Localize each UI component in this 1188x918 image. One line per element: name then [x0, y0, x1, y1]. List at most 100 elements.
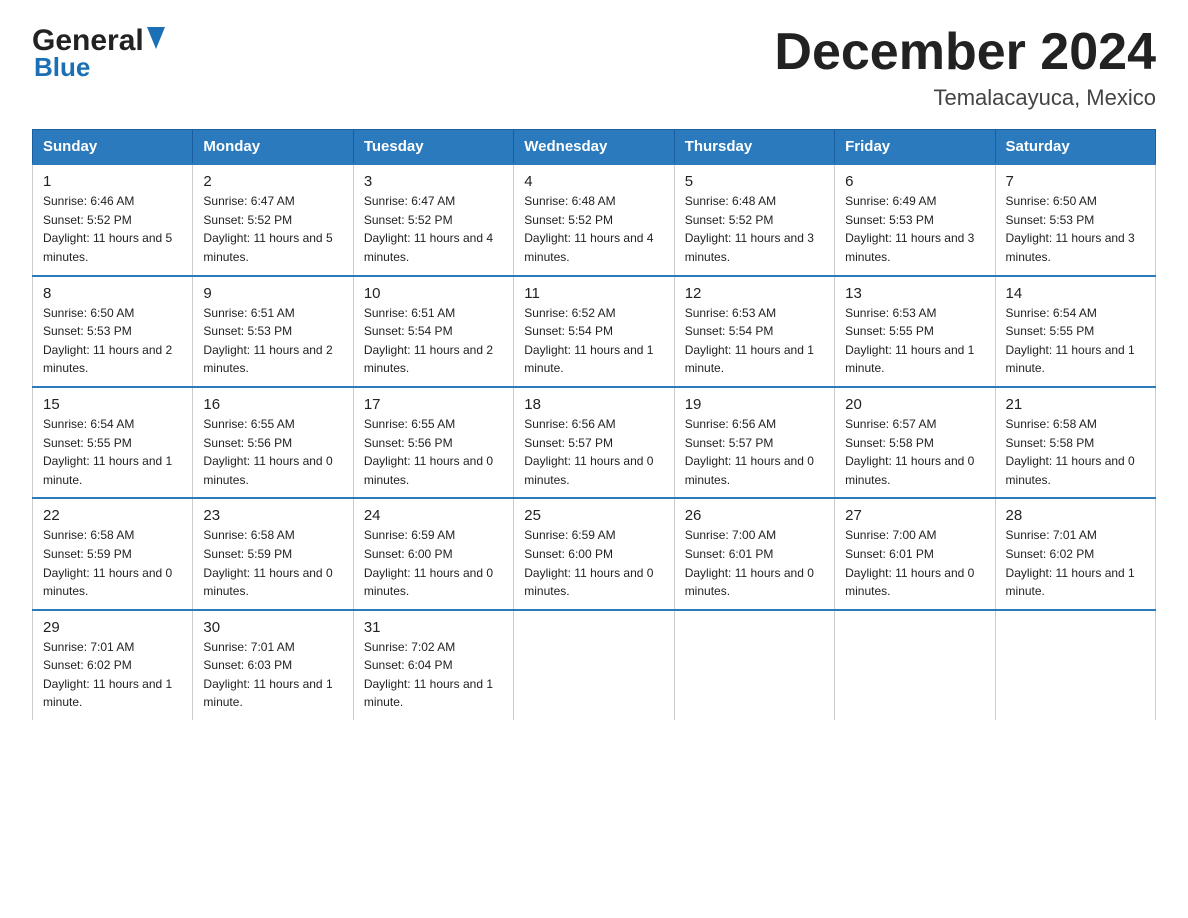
day-info: Sunrise: 6:47 AMSunset: 5:52 PMDaylight:…: [364, 192, 503, 266]
day-number: 27: [845, 507, 984, 524]
day-number: 21: [1006, 396, 1145, 413]
calendar-cell-w3-d6: 20Sunrise: 6:57 AMSunset: 5:58 PMDayligh…: [835, 387, 995, 498]
day-info: Sunrise: 6:55 AMSunset: 5:56 PMDaylight:…: [203, 415, 342, 489]
calendar-header-row: Sunday Monday Tuesday Wednesday Thursday…: [33, 130, 1156, 165]
col-sunday: Sunday: [33, 130, 193, 165]
day-info: Sunrise: 6:49 AMSunset: 5:53 PMDaylight:…: [845, 192, 984, 266]
day-info: Sunrise: 6:56 AMSunset: 5:57 PMDaylight:…: [685, 415, 824, 489]
day-info: Sunrise: 7:01 AMSunset: 6:02 PMDaylight:…: [43, 638, 182, 712]
day-info: Sunrise: 6:58 AMSunset: 5:59 PMDaylight:…: [203, 526, 342, 600]
main-title: December 2024: [774, 24, 1156, 81]
day-number: 25: [524, 507, 663, 524]
day-info: Sunrise: 6:58 AMSunset: 5:59 PMDaylight:…: [43, 526, 182, 600]
day-info: Sunrise: 6:58 AMSunset: 5:58 PMDaylight:…: [1006, 415, 1145, 489]
day-number: 28: [1006, 507, 1145, 524]
col-thursday: Thursday: [674, 130, 834, 165]
calendar-cell-w4-d6: 27 Sunrise: 7:00 AMSunset: 6:01 PMDayligh…: [835, 498, 995, 609]
day-info: Sunrise: 7:01 AMSunset: 6:02 PMDaylight:…: [1006, 526, 1145, 600]
day-info: Sunrise: 6:48 AMSunset: 5:52 PMDaylight:…: [524, 192, 663, 266]
day-number: 3: [364, 173, 503, 190]
day-number: 20: [845, 396, 984, 413]
day-number: 26: [685, 507, 824, 524]
calendar-cell-w2-d4: 11Sunrise: 6:52 AMSunset: 5:54 PMDayligh…: [514, 276, 674, 387]
col-monday: Monday: [193, 130, 353, 165]
day-number: 4: [524, 173, 663, 190]
calendar-cell-w5-d1: 29 Sunrise: 7:01 AMSunset: 6:02 PMDayligh…: [33, 610, 193, 720]
week-row-2: 8Sunrise: 6:50 AMSunset: 5:53 PMDaylight…: [33, 276, 1156, 387]
day-number: 24: [364, 507, 503, 524]
calendar-cell-w4-d5: 26 Sunrise: 7:00 AMSunset: 6:01 PMDayligh…: [674, 498, 834, 609]
logo-area: General Blue: [32, 24, 165, 83]
day-number: 29: [43, 619, 182, 636]
calendar-cell-w5-d5: [674, 610, 834, 720]
calendar-cell-w5-d6: [835, 610, 995, 720]
day-info: Sunrise: 6:54 AMSunset: 5:55 PMDaylight:…: [43, 415, 182, 489]
day-number: 9: [203, 285, 342, 302]
day-info: Sunrise: 6:51 AMSunset: 5:54 PMDaylight:…: [364, 304, 503, 378]
calendar-cell-w3-d3: 17 Sunrise: 6:55 AMSunset: 5:56 PMDayligh…: [353, 387, 513, 498]
calendar-cell-w5-d2: 30Sunrise: 7:01 AMSunset: 6:03 PMDayligh…: [193, 610, 353, 720]
calendar-cell-w1-d7: 7 Sunrise: 6:50 AMSunset: 5:53 PMDaylight…: [995, 164, 1155, 275]
day-number: 5: [685, 173, 824, 190]
calendar-cell-w4-d2: 23 Sunrise: 6:58 AMSunset: 5:59 PMDayligh…: [193, 498, 353, 609]
calendar-cell-w1-d6: 6 Sunrise: 6:49 AMSunset: 5:53 PMDaylight…: [835, 164, 995, 275]
day-info: Sunrise: 6:46 AMSunset: 5:52 PMDaylight:…: [43, 192, 182, 266]
calendar-cell-w1-d2: 2 Sunrise: 6:47 AMSunset: 5:52 PMDaylight…: [193, 164, 353, 275]
calendar-cell-w2-d7: 14Sunrise: 6:54 AMSunset: 5:55 PMDayligh…: [995, 276, 1155, 387]
subtitle: Temalacayuca, Mexico: [774, 85, 1156, 111]
col-friday: Friday: [835, 130, 995, 165]
calendar-cell-w3-d7: 21 Sunrise: 6:58 AMSunset: 5:58 PMDayligh…: [995, 387, 1155, 498]
day-number: 10: [364, 285, 503, 302]
col-wednesday: Wednesday: [514, 130, 674, 165]
calendar-cell-w1-d3: 3 Sunrise: 6:47 AMSunset: 5:52 PMDaylight…: [353, 164, 513, 275]
day-info: Sunrise: 6:54 AMSunset: 5:55 PMDaylight:…: [1006, 304, 1145, 378]
calendar-cell-w2-d3: 10 Sunrise: 6:51 AMSunset: 5:54 PMDayligh…: [353, 276, 513, 387]
day-number: 18: [524, 396, 663, 413]
calendar-cell-w3-d1: 15 Sunrise: 6:54 AMSunset: 5:55 PMDayligh…: [33, 387, 193, 498]
calendar-cell-w1-d5: 5Sunrise: 6:48 AMSunset: 5:52 PMDaylight…: [674, 164, 834, 275]
day-info: Sunrise: 6:59 AMSunset: 6:00 PMDaylight:…: [364, 526, 503, 600]
day-number: 7: [1006, 173, 1145, 190]
day-number: 15: [43, 396, 182, 413]
calendar-cell-w4-d7: 28 Sunrise: 7:01 AMSunset: 6:02 PMDayligh…: [995, 498, 1155, 609]
day-info: Sunrise: 6:56 AMSunset: 5:57 PMDaylight:…: [524, 415, 663, 489]
week-row-3: 15 Sunrise: 6:54 AMSunset: 5:55 PMDayligh…: [33, 387, 1156, 498]
day-info: Sunrise: 6:59 AMSunset: 6:00 PMDaylight:…: [524, 526, 663, 600]
week-row-1: 1 Sunrise: 6:46 AMSunset: 5:52 PMDaylight…: [33, 164, 1156, 275]
calendar-cell-w3-d4: 18 Sunrise: 6:56 AMSunset: 5:57 PMDayligh…: [514, 387, 674, 498]
calendar-cell-w2-d5: 12Sunrise: 6:53 AMSunset: 5:54 PMDayligh…: [674, 276, 834, 387]
day-number: 23: [203, 507, 342, 524]
day-info: Sunrise: 7:00 AMSunset: 6:01 PMDaylight:…: [685, 526, 824, 600]
day-number: 31: [364, 619, 503, 636]
week-row-5: 29 Sunrise: 7:01 AMSunset: 6:02 PMDayligh…: [33, 610, 1156, 720]
logo-triangle-icon: [147, 27, 165, 54]
calendar-cell-w2-d1: 8Sunrise: 6:50 AMSunset: 5:53 PMDaylight…: [33, 276, 193, 387]
day-info: Sunrise: 6:52 AMSunset: 5:54 PMDaylight:…: [524, 304, 663, 378]
day-info: Sunrise: 6:47 AMSunset: 5:52 PMDaylight:…: [203, 192, 342, 266]
day-info: Sunrise: 7:02 AMSunset: 6:04 PMDaylight:…: [364, 638, 503, 712]
day-number: 12: [685, 285, 824, 302]
day-number: 17: [364, 396, 503, 413]
calendar-table: Sunday Monday Tuesday Wednesday Thursday…: [32, 129, 1156, 720]
day-number: 2: [203, 173, 342, 190]
day-info: Sunrise: 6:50 AMSunset: 5:53 PMDaylight:…: [43, 304, 182, 378]
calendar-cell-w1-d4: 4 Sunrise: 6:48 AMSunset: 5:52 PMDaylight…: [514, 164, 674, 275]
calendar-cell-w2-d6: 13 Sunrise: 6:53 AMSunset: 5:55 PMDayligh…: [835, 276, 995, 387]
day-info: Sunrise: 7:00 AMSunset: 6:01 PMDaylight:…: [845, 526, 984, 600]
calendar-cell-w4-d4: 25 Sunrise: 6:59 AMSunset: 6:00 PMDayligh…: [514, 498, 674, 609]
day-number: 6: [845, 173, 984, 190]
logo-blue-text: Blue: [34, 52, 90, 83]
day-info: Sunrise: 6:53 AMSunset: 5:55 PMDaylight:…: [845, 304, 984, 378]
calendar-cell-w3-d2: 16 Sunrise: 6:55 AMSunset: 5:56 PMDayligh…: [193, 387, 353, 498]
week-row-4: 22Sunrise: 6:58 AMSunset: 5:59 PMDayligh…: [33, 498, 1156, 609]
day-info: Sunrise: 6:50 AMSunset: 5:53 PMDaylight:…: [1006, 192, 1145, 266]
calendar-cell-w1-d1: 1 Sunrise: 6:46 AMSunset: 5:52 PMDaylight…: [33, 164, 193, 275]
day-info: Sunrise: 6:55 AMSunset: 5:56 PMDaylight:…: [364, 415, 503, 489]
day-number: 19: [685, 396, 824, 413]
day-number: 13: [845, 285, 984, 302]
calendar-cell-w5-d7: [995, 610, 1155, 720]
day-number: 16: [203, 396, 342, 413]
day-number: 1: [43, 173, 182, 190]
calendar-cell-w2-d2: 9Sunrise: 6:51 AMSunset: 5:53 PMDaylight…: [193, 276, 353, 387]
col-tuesday: Tuesday: [353, 130, 513, 165]
